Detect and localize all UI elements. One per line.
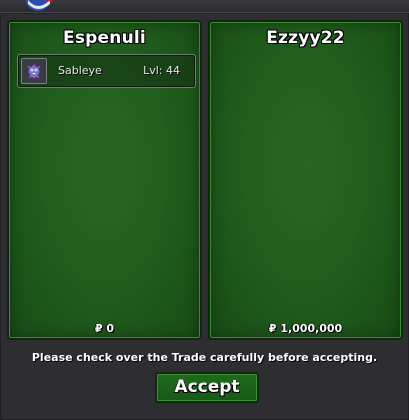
sableye-icon [21, 58, 47, 84]
left-player-name: Espenuli [63, 28, 146, 48]
item-level: Lvl: 44 [143, 64, 180, 77]
pokeball-icon [18, 0, 58, 12]
right-player-name: Ezzyy22 [266, 28, 345, 48]
right-money: ₽ 1,000,000 [268, 322, 343, 335]
item-name: Sableye [58, 64, 102, 77]
left-money: ₽ 0 [94, 322, 115, 335]
accept-button[interactable]: Accept [155, 372, 259, 403]
trade-notice: Please check over the Trade carefully be… [31, 351, 378, 364]
left-trade-panel: Espenuli Sableye Lvl: 44 ₽ 0 [7, 20, 202, 340]
right-trade-panel: Ezzyy22 ₽ 1,000,000 [208, 20, 403, 340]
trade-item-slot[interactable]: Sableye Lvl: 44 [17, 54, 196, 88]
